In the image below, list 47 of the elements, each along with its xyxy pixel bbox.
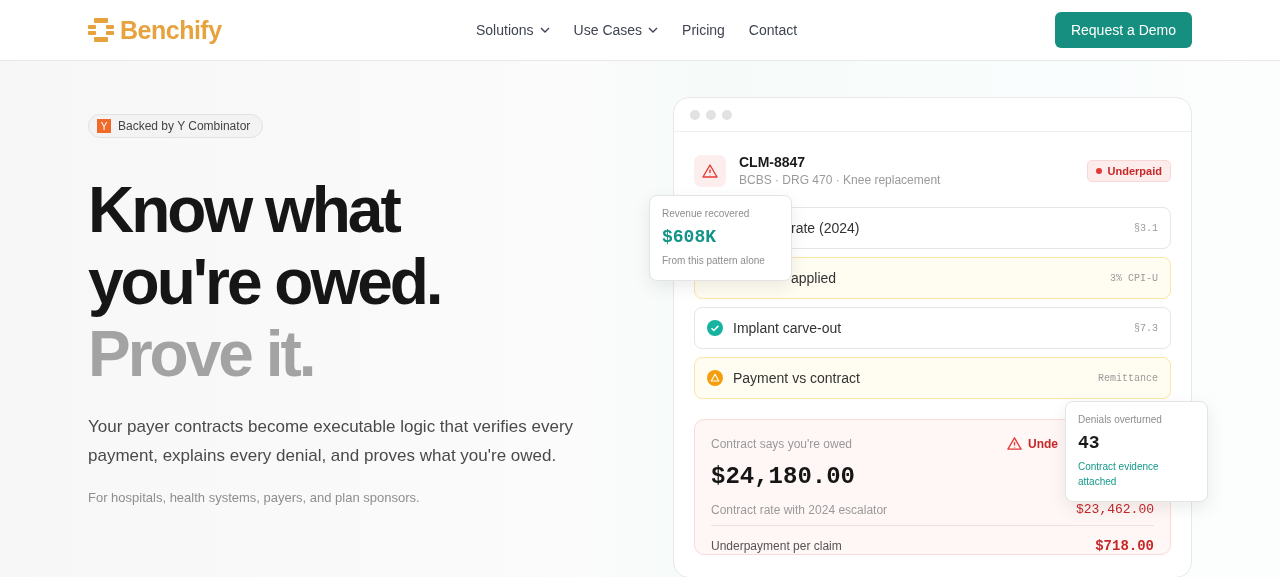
status-dot-icon [1095,167,1102,174]
shortfall-label: Underpayment per claim [711,539,842,553]
stat-label: Denials overturned [1078,414,1163,425]
window-dot [722,109,732,120]
warning-circle-icon [707,370,723,386]
badge-label: Backed by Y Combinator [118,119,251,133]
description: Your payer contracts become executable logic that verifies every payment, explains every denial, and proves what you're owed. [88,416,575,467]
paid-amount: $23,462.00 [1076,502,1154,517]
check-reference: 3% CPI-U [1110,272,1158,284]
shortfall-amount: $718.00 [1095,538,1154,554]
nav-link[interactable]: Pricing [682,22,725,38]
chevron-down-icon [648,27,659,33]
check-label: Payment vs contract [733,370,860,386]
y-logo-icon: Y [97,119,111,133]
check-label: applied [791,270,837,286]
check-label: rate (2024) [791,220,860,236]
window-dot [690,109,700,120]
headline: Know what [88,174,401,246]
chevron-down-icon [539,27,550,33]
headline: you're owed. [88,246,441,318]
nav-link[interactable]: Use Cases [573,22,659,38]
summary-label: Contract says you're owed [711,436,853,451]
amount-note: Contract rate with 2024 escalator [711,503,888,517]
check-circle-icon [707,320,723,336]
stat-label: Revenue recovered [662,208,751,219]
claim-details: BCBS · DRG 470 · Knee replacement [739,173,941,187]
stat-note: From this pattern alone [662,254,766,268]
claim-id: CLM-8847 [739,154,807,170]
stat-note: Contract evidence attached [1078,460,1160,489]
warning-icon [702,162,718,179]
window-dot [706,109,716,120]
stat-value: $608K [662,227,717,247]
underpaid-label: Unde [1028,436,1058,451]
nav-link[interactable]: Contact [748,22,798,38]
check-reference: Remittance [1098,372,1158,384]
headline-accent: Prove it. [88,318,315,390]
audience-note: For hospitals, health systems, payers, and plan sponsors. [88,490,420,505]
check-reference: §3.1 [1134,222,1158,234]
demo-button[interactable]: Request a Demo [1054,12,1192,48]
owed-amount: $24,180.00 [711,463,856,490]
stat-value: 43 [1078,433,1101,453]
check-label: Implant carve-out [733,320,842,336]
status-badge: Underpaid [1086,159,1171,182]
logo-icon [88,18,114,42]
warning-icon [1007,436,1022,451]
check-reference: §7.3 [1134,322,1158,334]
nav-link[interactable]: Solutions [476,22,550,38]
